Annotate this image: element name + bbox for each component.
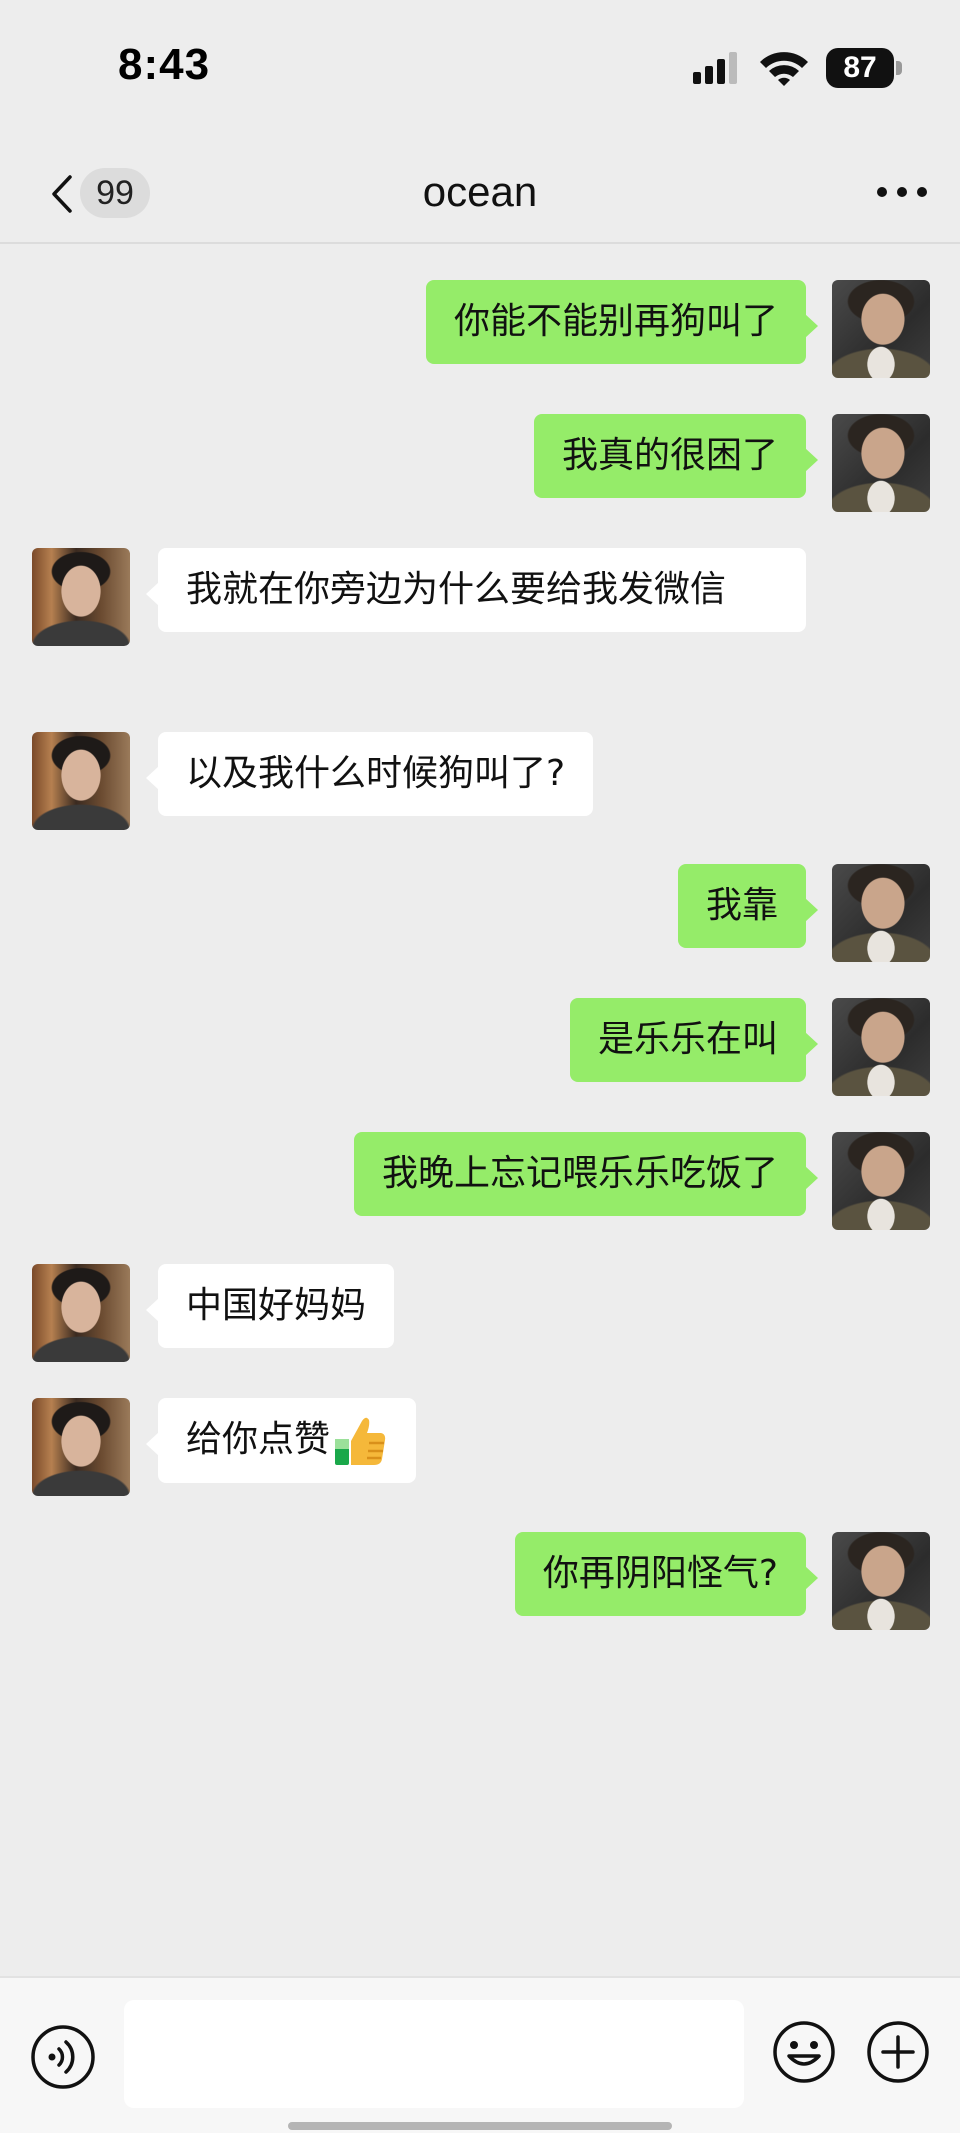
message-row: 以及我什么时候狗叫了?	[0, 732, 960, 830]
message-row: 你再阴阳怪气?	[0, 1532, 960, 1630]
my-avatar[interactable]	[832, 1132, 930, 1230]
message-row: 给你点赞	[0, 1398, 960, 1496]
message-bubble[interactable]: 以及我什么时候狗叫了?	[145, 732, 594, 816]
status-bar: 8:43 87	[0, 0, 960, 140]
message-list[interactable]: 你能不能别再狗叫了 我真的很困了 我就在你旁边为什么要给我发微信 以及我什么时候…	[0, 246, 960, 1976]
unread-count-badge: 99	[80, 168, 150, 218]
message-row: 中国好妈妈	[0, 1264, 960, 1362]
message-row: 你能不能别再狗叫了	[0, 280, 960, 378]
message-bubble[interactable]: 我靠	[677, 864, 819, 948]
message-bubble[interactable]: 是乐乐在叫	[569, 998, 819, 1082]
message-row: 我靠	[0, 864, 960, 962]
more-dots-icon[interactable]	[876, 180, 928, 204]
my-avatar[interactable]	[832, 998, 930, 1096]
home-indicator[interactable]	[288, 2122, 672, 2130]
message-bubble[interactable]: 你能不能别再狗叫了	[425, 280, 819, 364]
battery-icon: 87	[826, 48, 902, 88]
contact-avatar[interactable]	[32, 1264, 130, 1362]
message-bubble[interactable]: 你再阴阳怪气?	[514, 1532, 819, 1616]
message-bubble[interactable]: 我晚上忘记喂乐乐吃饭了	[353, 1132, 819, 1216]
message-bubble[interactable]: 中国好妈妈	[145, 1264, 395, 1348]
wifi-icon	[760, 52, 808, 86]
message-bubble[interactable]: 我就在你旁边为什么要给我发微信	[146, 548, 806, 632]
message-input[interactable]	[124, 2000, 744, 2108]
message-row: 我真的很困了	[0, 414, 960, 512]
plus-icon[interactable]	[866, 2020, 930, 2084]
message-bubble[interactable]: 我真的很困了	[533, 414, 819, 498]
contact-avatar[interactable]	[32, 732, 130, 830]
message-row: 我就在你旁边为什么要给我发微信	[0, 548, 960, 696]
signal-icon	[693, 52, 737, 84]
thumbs-up-icon	[335, 1417, 386, 1465]
message-row: 是乐乐在叫	[0, 998, 960, 1096]
message-bubble[interactable]: 给你点赞	[145, 1398, 417, 1483]
my-avatar[interactable]	[832, 1532, 930, 1630]
battery-cap	[896, 61, 902, 75]
contact-avatar[interactable]	[32, 548, 130, 646]
my-avatar[interactable]	[832, 864, 930, 962]
voice-icon[interactable]	[30, 2024, 96, 2090]
back-button[interactable]: 99	[46, 162, 156, 222]
message-row: 我晚上忘记喂乐乐吃饭了	[0, 1132, 960, 1230]
chat-input-bar	[0, 1976, 960, 2133]
chat-nav-bar: ocean 99	[0, 140, 960, 244]
chevron-left-icon	[52, 175, 72, 213]
contact-avatar[interactable]	[32, 1398, 130, 1496]
my-avatar[interactable]	[832, 414, 930, 512]
message-text: 给你点赞	[186, 1419, 331, 1460]
battery-level: 87	[826, 48, 894, 88]
emoji-icon[interactable]	[772, 2020, 836, 2084]
my-avatar[interactable]	[832, 280, 930, 378]
status-time: 8:43	[118, 40, 211, 89]
